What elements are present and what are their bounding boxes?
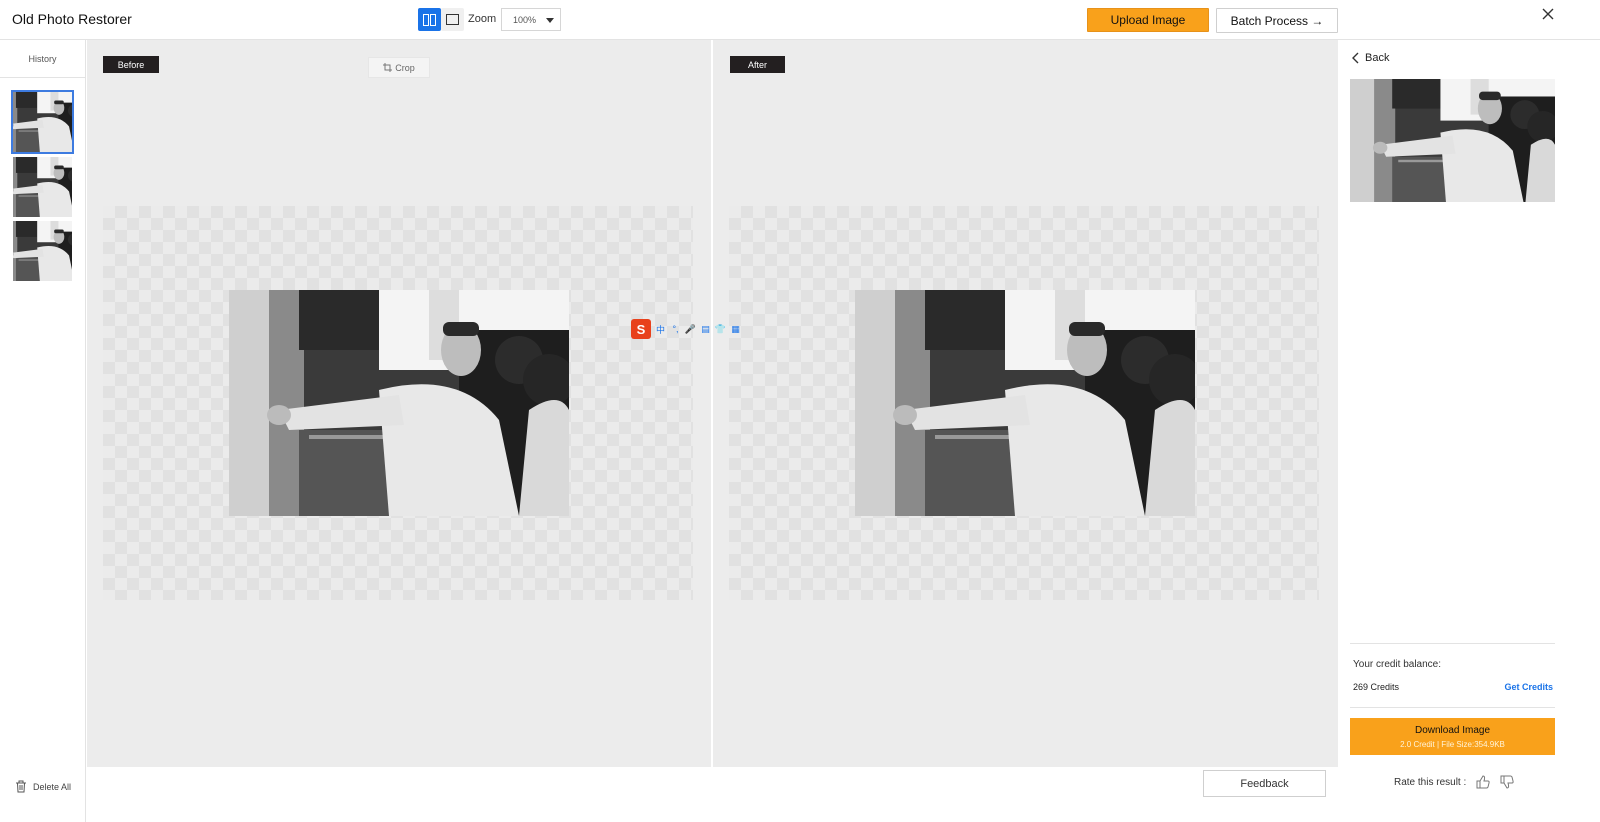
ime-item[interactable]: °, <box>670 324 681 335</box>
after-tag: After <box>730 56 785 73</box>
chevron-down-icon <box>546 18 554 23</box>
single-view-button[interactable] <box>441 8 464 31</box>
history-thumbnail[interactable] <box>11 90 74 154</box>
feedback-button[interactable]: Feedback <box>1203 770 1326 797</box>
zoom-label: Zoom <box>468 13 497 25</box>
back-button[interactable]: Back <box>1351 52 1389 64</box>
back-label: Back <box>1365 52 1390 64</box>
close-icon[interactable] <box>1540 6 1556 22</box>
divider <box>1350 707 1555 708</box>
before-tag: Before <box>103 56 159 73</box>
comparison-canvas: Before Crop After S 中 °, 🎤 ▤ 👕 ▦ <box>87 40 1338 767</box>
history-sidebar: History Delete All <box>0 40 86 822</box>
divider <box>1350 643 1555 644</box>
keyboard-icon[interactable]: ▤ <box>700 324 711 335</box>
upload-image-button[interactable]: Upload Image <box>1087 8 1209 32</box>
download-cost-info: 2.0 Credit | File Size:354.9KB <box>1400 739 1505 749</box>
after-image <box>855 290 1195 516</box>
ime-logo-icon: S <box>631 319 651 339</box>
download-label: Download Image <box>1414 724 1491 736</box>
batch-process-button[interactable]: Batch Process → <box>1216 8 1338 33</box>
app-title: Old Photo Restorer <box>12 11 132 27</box>
result-preview <box>1350 79 1555 202</box>
history-thumbnail[interactable] <box>13 221 72 281</box>
crop-label: Crop <box>395 62 415 73</box>
single-view-icon <box>446 14 459 25</box>
toolbox-icon[interactable]: ▦ <box>730 324 741 335</box>
credit-balance-value: 269 Credits <box>1353 682 1400 692</box>
history-title: History <box>0 40 85 78</box>
crop-icon <box>383 63 393 72</box>
before-image <box>229 290 569 516</box>
split-view-icon <box>423 13 436 26</box>
microphone-icon[interactable]: 🎤 <box>685 324 696 335</box>
delete-all-label: Delete All <box>33 781 72 792</box>
before-photo <box>229 290 569 516</box>
credit-balance-label: Your credit balance: <box>1353 659 1442 670</box>
top-header: Old Photo Restorer Zoom 100% Upload Imag… <box>0 0 1600 40</box>
zoom-select[interactable]: 100% <box>501 8 561 31</box>
ime-toolbar[interactable]: S 中 °, 🎤 ▤ 👕 ▦ <box>631 318 741 340</box>
compare-divider[interactable] <box>711 40 713 767</box>
get-credits-link[interactable]: Get Credits <box>1504 682 1553 692</box>
result-panel: Back Your credit balance: 269 Credits Ge… <box>1339 40 1600 822</box>
result-preview-image <box>1350 79 1555 202</box>
skin-icon[interactable]: 👕 <box>715 324 726 335</box>
after-photo <box>855 290 1195 516</box>
photo-thumbnail-image <box>13 157 72 217</box>
split-view-button[interactable] <box>418 8 441 31</box>
download-image-button[interactable]: Download Image 2.0 Credit | File Size:35… <box>1350 718 1555 755</box>
thumbs-down-icon[interactable] <box>1500 775 1514 789</box>
rate-label: Rate this result : <box>1394 776 1467 788</box>
thumbs-up-icon[interactable] <box>1476 775 1490 789</box>
view-mode-toggle <box>418 8 464 31</box>
photo-thumbnail-image <box>13 221 72 281</box>
zoom-value: 100% <box>513 15 537 25</box>
chevron-left-icon <box>1352 52 1359 64</box>
rate-result: Rate this result : <box>1394 775 1514 789</box>
delete-all-button[interactable]: Delete All <box>15 780 71 793</box>
photo-thumbnail-image <box>13 92 72 152</box>
crop-button[interactable]: Crop <box>368 57 430 78</box>
ime-item[interactable]: 中 <box>655 324 666 335</box>
history-thumbnail[interactable] <box>13 157 72 217</box>
trash-icon <box>16 780 26 793</box>
